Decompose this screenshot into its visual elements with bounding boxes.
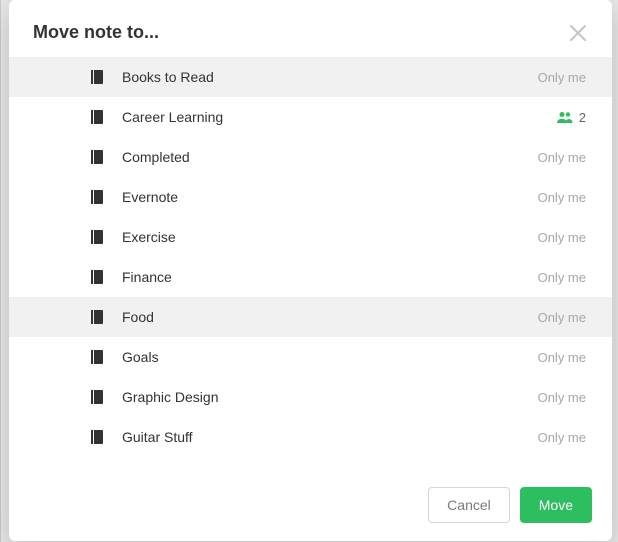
dialog-header: Move note to... [9, 0, 612, 57]
notebook-icon [89, 229, 103, 245]
notebook-icon [89, 149, 103, 165]
notebook-icon [89, 349, 103, 365]
shared-icon [557, 111, 573, 123]
list-item[interactable]: FinanceOnly me [9, 257, 612, 297]
notebook-icon [89, 189, 103, 205]
list-item[interactable]: GoalsOnly me [9, 337, 612, 377]
notebook-meta: Only me [538, 310, 586, 325]
close-icon [568, 23, 588, 43]
privacy-label: Only me [538, 390, 586, 405]
notebook-meta: Only me [538, 430, 586, 445]
notebook-label: Evernote [122, 189, 538, 205]
list-item[interactable]: EvernoteOnly me [9, 177, 612, 217]
notebook-label: Books to Read [122, 69, 538, 85]
list-item[interactable]: Graphic DesignOnly me [9, 377, 612, 417]
privacy-label: Only me [538, 430, 586, 445]
notebook-label: Exercise [122, 229, 538, 245]
privacy-label: Only me [538, 150, 586, 165]
move-note-dialog: Move note to... Books to ReadOnly meCare… [9, 0, 612, 541]
notebook-list: Books to ReadOnly meCareer Learning2Comp… [9, 57, 612, 461]
move-button[interactable]: Move [520, 487, 592, 523]
dialog-title: Move note to... [33, 22, 159, 43]
notebook-meta: Only me [538, 350, 586, 365]
list-item[interactable]: CompletedOnly me [9, 137, 612, 177]
notebook-label: Graphic Design [122, 389, 538, 405]
notebook-meta: Only me [538, 390, 586, 405]
notebook-icon [89, 429, 103, 445]
notebook-list-scroll[interactable]: Books to ReadOnly meCareer Learning2Comp… [9, 57, 612, 470]
notebook-label: Food [122, 309, 538, 325]
notebook-meta: Only me [538, 230, 586, 245]
notebook-icon [89, 389, 103, 405]
notebook-label: Guitar Stuff [122, 429, 538, 445]
notebook-label: Goals [122, 349, 538, 365]
close-button[interactable] [568, 23, 588, 43]
list-item[interactable]: ExerciseOnly me [9, 217, 612, 257]
privacy-label: Only me [538, 310, 586, 325]
notebook-meta: Only me [538, 270, 586, 285]
privacy-label: Only me [538, 350, 586, 365]
notebook-meta: Only me [538, 190, 586, 205]
notebook-label: Completed [122, 149, 538, 165]
notebook-meta: 2 [557, 110, 586, 125]
list-item[interactable]: Books to ReadOnly me [9, 57, 612, 97]
notebook-icon [89, 269, 103, 285]
cancel-button[interactable]: Cancel [428, 487, 510, 523]
notebook-icon [89, 69, 103, 85]
list-item[interactable]: Guitar StuffOnly me [9, 417, 612, 457]
notebook-meta: Only me [538, 150, 586, 165]
notebook-icon [89, 309, 103, 325]
shared-count: 2 [579, 110, 586, 125]
notebook-label: Finance [122, 269, 538, 285]
privacy-label: Only me [538, 70, 586, 85]
dialog-footer: Cancel Move [9, 470, 612, 541]
list-item[interactable]: FoodOnly me [9, 297, 612, 337]
notebook-meta: Only me [538, 70, 586, 85]
list-item[interactable]: Career Learning 2 [9, 97, 612, 137]
notebook-icon [89, 109, 103, 125]
privacy-label: Only me [538, 270, 586, 285]
privacy-label: Only me [538, 230, 586, 245]
notebook-label: Career Learning [122, 109, 557, 125]
privacy-label: Only me [538, 190, 586, 205]
